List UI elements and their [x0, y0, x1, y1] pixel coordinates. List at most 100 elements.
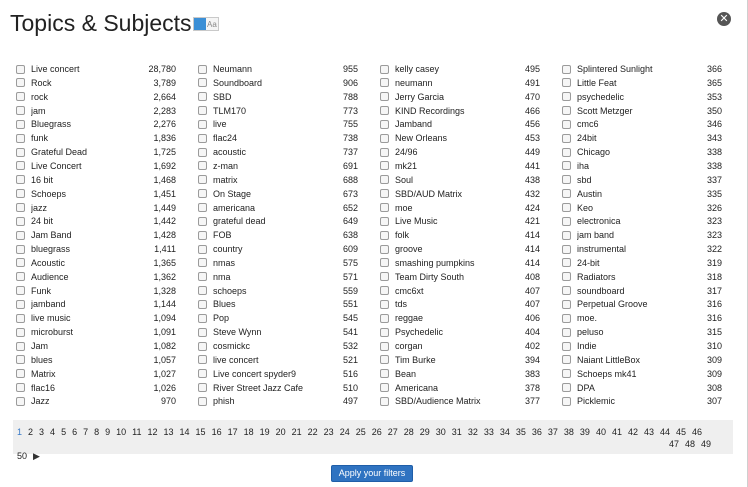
page-link[interactable]: 8 — [94, 426, 99, 438]
topic-checkbox[interactable] — [380, 92, 389, 102]
topic-checkbox[interactable] — [562, 396, 571, 406]
topic-checkbox[interactable] — [198, 286, 207, 296]
topic-item[interactable]: neumann 491 — [380, 76, 540, 90]
page-link[interactable]: 36 — [532, 426, 542, 438]
page-link[interactable]: 26 — [372, 426, 382, 438]
page-link[interactable]: 31 — [452, 426, 462, 438]
topic-item[interactable]: DPA 308 — [562, 381, 722, 395]
topic-item[interactable]: instrumental 322 — [562, 242, 722, 256]
topic-item[interactable]: New Orleans 453 — [380, 131, 540, 145]
topic-item[interactable]: flac24 738 — [198, 131, 358, 145]
topic-item[interactable]: Schoeps 1,451 — [16, 187, 176, 201]
topic-item[interactable]: Jerry Garcia 470 — [380, 90, 540, 104]
page-link[interactable]: 32 — [468, 426, 478, 438]
topic-checkbox[interactable] — [198, 175, 207, 185]
topic-checkbox[interactable] — [198, 78, 207, 88]
topic-item[interactable]: Radiators 318 — [562, 270, 722, 284]
topic-item[interactable]: Splintered Sunlight 366 — [562, 62, 722, 76]
topic-checkbox[interactable] — [380, 106, 389, 116]
topic-checkbox[interactable] — [562, 355, 571, 365]
topic-checkbox[interactable] — [198, 355, 207, 365]
page-link[interactable]: 41 — [612, 426, 622, 438]
topic-item[interactable]: live music 1,094 — [16, 311, 176, 325]
topic-checkbox[interactable] — [380, 64, 389, 74]
topic-item[interactable]: SBD/AUD Matrix 432 — [380, 187, 540, 201]
topic-checkbox[interactable] — [198, 147, 207, 157]
topic-checkbox[interactable] — [16, 355, 25, 365]
page-link[interactable]: 47 — [669, 438, 679, 450]
topic-item[interactable]: psychedelic 353 — [562, 90, 722, 104]
topic-item[interactable]: SBD/Audience Matrix 377 — [380, 394, 540, 408]
page-link[interactable]: 2 — [28, 426, 33, 438]
topic-checkbox[interactable] — [562, 244, 571, 254]
topic-item[interactable]: KIND Recordings 466 — [380, 104, 540, 118]
page-link[interactable]: 1 — [17, 426, 22, 438]
topic-checkbox[interactable] — [16, 341, 25, 351]
topic-checkbox[interactable] — [198, 313, 207, 323]
topic-item[interactable]: SBD 788 — [198, 90, 358, 104]
topic-item[interactable]: Steve Wynn 541 — [198, 325, 358, 339]
topic-item[interactable]: Bluegrass 2,276 — [16, 117, 176, 131]
topic-item[interactable]: Tim Burke 394 — [380, 353, 540, 367]
topic-checkbox[interactable] — [562, 286, 571, 296]
topic-checkbox[interactable] — [380, 313, 389, 323]
topic-checkbox[interactable] — [562, 64, 571, 74]
page-link[interactable]: 18 — [244, 426, 254, 438]
page-link[interactable]: 6 — [72, 426, 77, 438]
topic-checkbox[interactable] — [198, 230, 207, 240]
topic-checkbox[interactable] — [16, 216, 25, 226]
topic-checkbox[interactable] — [562, 216, 571, 226]
page-link[interactable]: 12 — [148, 426, 158, 438]
apply-filters-button[interactable]: Apply your filters — [331, 465, 413, 482]
topic-item[interactable]: TLM170 773 — [198, 104, 358, 118]
topic-checkbox[interactable] — [380, 244, 389, 254]
topic-checkbox[interactable] — [198, 396, 207, 406]
topic-item[interactable]: electronica 323 — [562, 214, 722, 228]
topic-item[interactable]: blues 1,057 — [16, 353, 176, 367]
topic-item[interactable]: Jamband 456 — [380, 117, 540, 131]
topic-item[interactable]: Jazz 970 — [16, 394, 176, 408]
topic-checkbox[interactable] — [380, 396, 389, 406]
topic-checkbox[interactable] — [16, 64, 25, 74]
topic-item[interactable]: kelly casey 495 — [380, 62, 540, 76]
page-link[interactable]: 7 — [83, 426, 88, 438]
topic-checkbox[interactable] — [562, 147, 571, 157]
topic-checkbox[interactable] — [562, 119, 571, 129]
page-link[interactable]: 27 — [388, 426, 398, 438]
topic-item[interactable]: Pop 545 — [198, 311, 358, 325]
topic-item[interactable]: Soundboard 906 — [198, 76, 358, 90]
topic-checkbox[interactable] — [16, 383, 25, 393]
topic-item[interactable]: Live concert 28,780 — [16, 62, 176, 76]
topic-checkbox[interactable] — [198, 258, 207, 268]
topic-checkbox[interactable] — [198, 327, 207, 337]
page-link[interactable]: 38 — [564, 426, 574, 438]
chart-toggle-icon[interactable]: Aa — [193, 17, 219, 31]
page-link[interactable]: 10 — [116, 426, 126, 438]
page-link[interactable]: 43 — [644, 426, 654, 438]
topic-item[interactable]: jam 2,283 — [16, 104, 176, 118]
topic-checkbox[interactable] — [16, 119, 25, 129]
page-link[interactable]: 9 — [105, 426, 110, 438]
topic-item[interactable]: bluegrass 1,411 — [16, 242, 176, 256]
topic-checkbox[interactable] — [198, 244, 207, 254]
topic-item[interactable]: FOB 638 — [198, 228, 358, 242]
topic-item[interactable]: Live Concert 1,692 — [16, 159, 176, 173]
topic-item[interactable]: 24/96 449 — [380, 145, 540, 159]
topic-checkbox[interactable] — [562, 327, 571, 337]
topic-checkbox[interactable] — [380, 161, 389, 171]
topic-checkbox[interactable] — [380, 258, 389, 268]
page-link[interactable]: 13 — [164, 426, 174, 438]
topic-item[interactable]: phish 497 — [198, 394, 358, 408]
topic-checkbox[interactable] — [198, 341, 207, 351]
topic-item[interactable]: Blues 551 — [198, 297, 358, 311]
topic-item[interactable]: Picklemic 307 — [562, 394, 722, 408]
topic-checkbox[interactable] — [198, 133, 207, 143]
topic-item[interactable]: nmas 575 — [198, 256, 358, 270]
topic-item[interactable]: Perpetual Groove 316 — [562, 297, 722, 311]
page-link[interactable]: 11 — [132, 426, 141, 438]
topic-item[interactable]: Neumann 955 — [198, 62, 358, 76]
topic-item[interactable]: peluso 315 — [562, 325, 722, 339]
topic-item[interactable]: Keo 326 — [562, 201, 722, 215]
topic-item[interactable]: moe. 316 — [562, 311, 722, 325]
topic-checkbox[interactable] — [562, 299, 571, 309]
